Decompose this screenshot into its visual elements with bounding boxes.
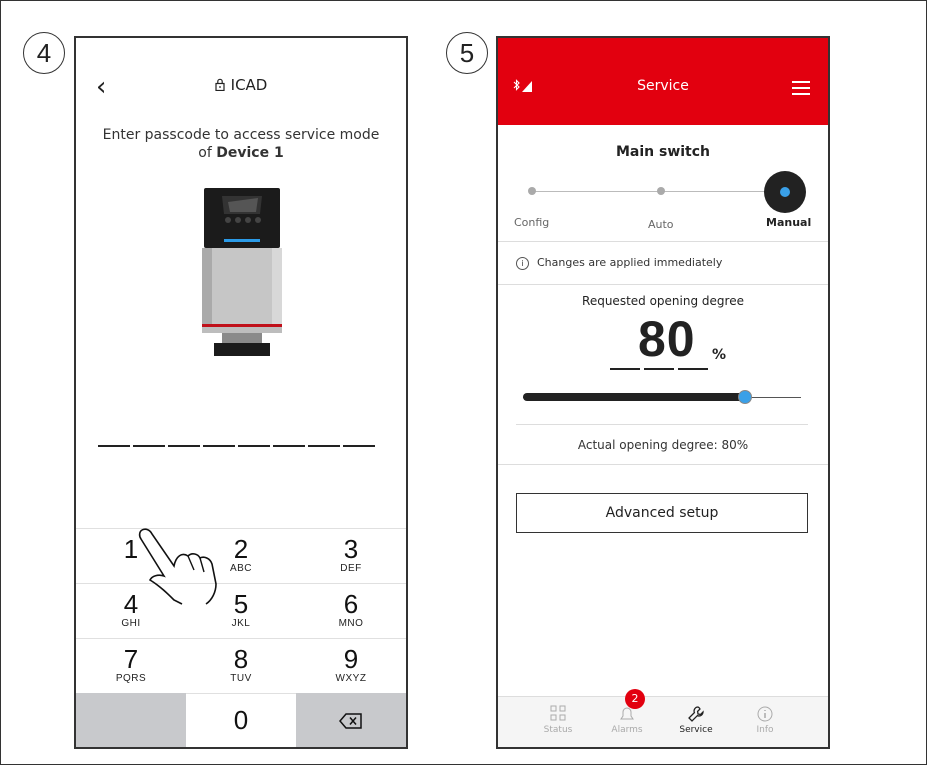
alarm-count-badge: 2: [625, 689, 645, 709]
passcode-digit-slot: [133, 445, 165, 447]
key-blank: [76, 693, 186, 747]
tab-label: Alarms: [611, 725, 643, 735]
backspace-key[interactable]: [296, 693, 406, 747]
screen-title: ICAD: [76, 76, 406, 95]
switch-label-config: Config: [514, 216, 550, 229]
hamburger-menu-icon[interactable]: [792, 81, 810, 99]
passcode-digit-slot: [308, 445, 340, 447]
divider: [498, 464, 828, 465]
advanced-setup-button[interactable]: Advanced setup: [516, 493, 808, 533]
tab-label: Info: [756, 725, 774, 735]
numeric-keypad: 1 2 ABC 3 DEF 4 GHI 5 JKL 6 MNO 7 PQRS 8 TUV 9W…: [76, 528, 406, 747]
divider: [498, 284, 828, 285]
value-underline: [678, 368, 708, 370]
passcode-digit-slot: [203, 445, 235, 447]
step-number-4: 4: [23, 32, 65, 74]
service-screen: Service Main switch Config Auto Manual i…: [496, 36, 830, 749]
passcode-digit-slot: [168, 445, 200, 447]
passcode-digit-slot: [98, 445, 130, 447]
key-9[interactable]: 9 WXYZ: [296, 638, 406, 693]
screen-title-text: ICAD: [230, 76, 268, 94]
lock-icon: [215, 77, 225, 95]
key-8[interactable]: 8 TUV: [186, 638, 296, 693]
info-icon: [757, 706, 773, 722]
divider: [498, 241, 828, 242]
bottom-tab-bar: Status Alarms 2 Service Info: [498, 689, 828, 747]
value-underline: [610, 368, 640, 370]
app-header: Service: [498, 38, 828, 125]
key-7[interactable]: 7 PQRS: [76, 638, 186, 693]
actual-opening-degree: Actual opening degree: 80%: [577, 438, 749, 452]
tab-service[interactable]: Service: [661, 697, 731, 735]
info-text: Changes are applied immediately: [537, 256, 723, 269]
wrench-icon: [688, 706, 704, 722]
tab-label: Status: [543, 725, 573, 735]
value-underline: [644, 368, 674, 370]
key-6[interactable]: 6 MNO: [296, 583, 406, 638]
passcode-digit-slot: [238, 445, 270, 447]
switch-knob[interactable]: [764, 171, 806, 213]
requested-opening-unit: %: [712, 347, 727, 363]
tab-info[interactable]: Info: [730, 697, 800, 735]
slider-thumb[interactable]: [738, 390, 753, 404]
passcode-screen: ‹ ICAD Enter passcode to access service …: [74, 36, 408, 749]
switch-stop-config[interactable]: [528, 187, 536, 195]
switch-label-auto: Auto: [648, 218, 674, 231]
pointing-hand-icon: [138, 528, 217, 605]
passcode-digit-slot: [343, 445, 375, 447]
main-switch-title: Main switch: [615, 144, 711, 160]
tab-status[interactable]: Status: [523, 697, 593, 735]
passcode-instruction: Enter passcode to access service mode of…: [96, 126, 386, 162]
requested-opening-value[interactable]: 80: [638, 310, 696, 368]
screen-title: Service: [637, 78, 689, 94]
slider-fill: [523, 393, 746, 401]
info-notice: i Changes are applied immediately: [516, 256, 722, 270]
switch-stop-auto[interactable]: [657, 187, 665, 195]
grid-icon: [550, 705, 566, 721]
passcode-digit-slot: [273, 445, 305, 447]
divider: [516, 424, 808, 425]
device-name: Device 1: [216, 145, 284, 161]
info-circle-icon: i: [516, 256, 529, 270]
requested-opening-label: Requested opening degree: [582, 294, 744, 308]
key-0[interactable]: 0: [186, 693, 296, 747]
backspace-icon: [339, 713, 362, 729]
tab-label: Service: [679, 725, 713, 735]
switch-label-manual: Manual: [766, 216, 812, 229]
step-number-5: 5: [446, 32, 488, 74]
valve-actuator-image: [202, 188, 282, 356]
key-3[interactable]: 3 DEF: [296, 528, 406, 583]
